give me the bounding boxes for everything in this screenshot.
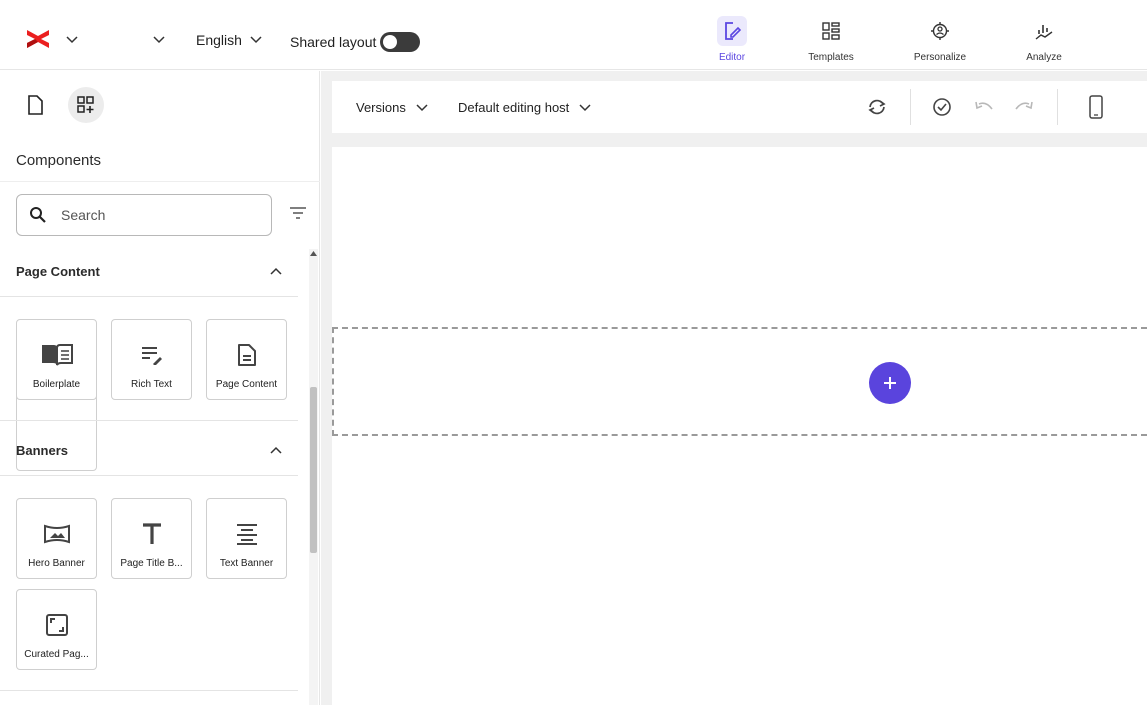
tile-label: Page Content — [215, 379, 278, 390]
nav-analyze-label: Analyze — [1026, 52, 1062, 63]
tile-label: Boilerplate — [32, 379, 81, 390]
plus-icon — [883, 376, 897, 390]
section-divider — [0, 475, 298, 476]
toolbar-divider — [910, 89, 911, 125]
analyze-icon — [1029, 16, 1059, 46]
shared-layout-toggle[interactable] — [380, 32, 421, 52]
search-input[interactable] — [61, 207, 241, 223]
nav-personalize[interactable]: Personalize — [900, 16, 980, 63]
shared-layout-label: Shared layout — [290, 34, 377, 50]
frame-corners-icon — [45, 612, 68, 638]
tile-label: Hero Banner — [28, 558, 85, 569]
nav-analyze[interactable]: Analyze — [1004, 16, 1084, 63]
chevron-down-icon — [579, 103, 591, 112]
component-tile-page-title-banner[interactable]: Page Title B... — [111, 498, 192, 579]
align-center-icon — [236, 521, 258, 547]
chevron-down-icon — [416, 103, 428, 112]
editing-host-label: Default editing host — [458, 100, 570, 115]
divider — [0, 181, 320, 182]
panel-title: Components — [16, 152, 102, 169]
nav-editor-label: Editor — [718, 52, 746, 63]
tile-label: Curated Pag... — [24, 649, 89, 660]
editor-toolbar: Versions Default editing host — [332, 81, 1147, 133]
scrollbar-thumb[interactable] — [310, 387, 317, 553]
nav-templates[interactable]: Templates — [791, 16, 871, 63]
rich-text-icon — [141, 342, 163, 368]
component-tile-page-content[interactable]: Page Content — [206, 319, 287, 400]
mobile-device-icon[interactable] — [1084, 95, 1108, 119]
versions-dropdown[interactable]: Versions — [356, 100, 428, 115]
shared-layout-control: Shared layout — [290, 32, 421, 52]
section-header-banners[interactable]: Banners — [0, 426, 298, 474]
language-selector[interactable]: English — [196, 32, 262, 48]
refresh-icon[interactable] — [865, 95, 889, 119]
app-switcher-chevron-down-icon[interactable] — [66, 36, 78, 44]
nav-templates-label: Templates — [808, 52, 854, 63]
tile-label: Text Banner — [219, 558, 274, 569]
toggle-knob — [383, 35, 398, 49]
tile-label: Page Title B... — [120, 558, 183, 569]
versions-label: Versions — [356, 100, 406, 115]
search-icon — [29, 206, 47, 224]
templates-icon — [816, 16, 846, 46]
personalize-icon — [925, 16, 955, 46]
top-bar: English Shared layout Editor Templates P… — [0, 0, 1147, 70]
add-component-button[interactable] — [869, 362, 911, 404]
chevron-down-icon — [250, 36, 262, 44]
image-banner-icon — [43, 521, 71, 547]
filter-icon[interactable] — [289, 206, 307, 220]
book-icon — [41, 342, 73, 368]
section-divider — [0, 296, 298, 297]
section-header-page-content[interactable]: Page Content — [0, 249, 298, 295]
app-logo-icon[interactable] — [26, 28, 50, 50]
section-divider — [0, 690, 298, 691]
chevron-up-icon — [270, 267, 282, 275]
editing-host-dropdown[interactable]: Default editing host — [458, 100, 591, 115]
nav-personalize-label: Personalize — [913, 52, 967, 63]
component-tile-rich-text[interactable]: Rich Text — [111, 319, 192, 400]
tile-label: Rich Text — [131, 379, 172, 390]
panel-mode-switcher — [24, 87, 104, 123]
component-tile-boilerplate[interactable]: Boilerplate — [16, 319, 97, 400]
component-tile-hero-banner[interactable]: Hero Banner — [16, 498, 97, 579]
chevron-up-icon — [270, 446, 282, 454]
component-tile-curated-page[interactable]: Curated Pag... — [16, 589, 97, 670]
toolbar-divider — [1057, 89, 1058, 125]
editor-icon — [717, 16, 747, 46]
component-tile-text-banner[interactable]: Text Banner — [206, 498, 287, 579]
components-grid-icon[interactable] — [68, 87, 104, 123]
component-placeholder[interactable] — [332, 327, 1147, 436]
undo-icon[interactable] — [972, 95, 996, 119]
site-selector-chevron-down-icon[interactable] — [153, 36, 165, 44]
scroll-up-arrow-icon[interactable] — [310, 251, 317, 256]
language-label: English — [196, 32, 242, 48]
redo-icon[interactable] — [1012, 95, 1036, 119]
nav-editor[interactable]: Editor — [692, 16, 772, 63]
section-title: Banners — [16, 442, 69, 458]
section-divider — [0, 420, 298, 421]
title-text-icon — [142, 521, 162, 547]
page-icon[interactable] — [24, 87, 46, 123]
search-box — [16, 194, 272, 236]
check-circle-icon[interactable] — [930, 95, 954, 119]
section-title: Page Content — [16, 263, 100, 279]
document-icon — [237, 342, 257, 368]
